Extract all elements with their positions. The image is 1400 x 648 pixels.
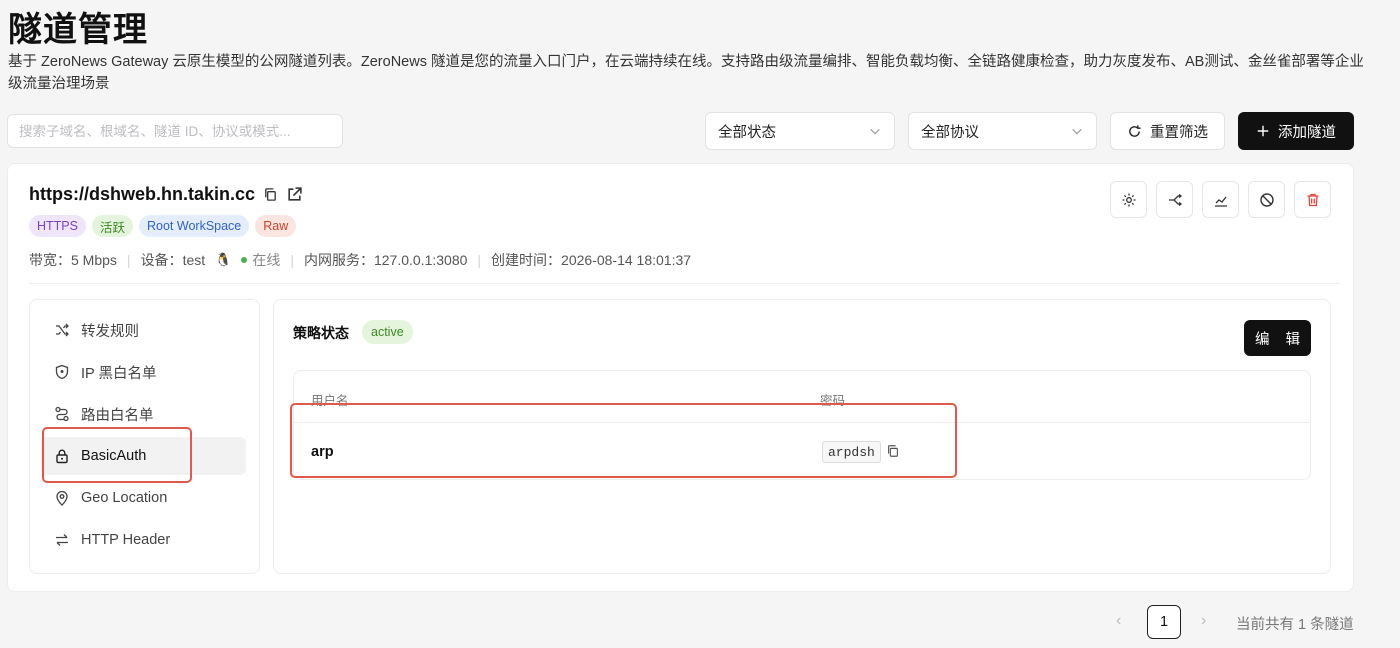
status-select-value: 全部状态 <box>718 124 776 141</box>
disable-icon <box>1259 192 1274 207</box>
sidebar-item-forward-rules[interactable]: 转发规则 <box>41 311 246 349</box>
reset-filter-label: 重置筛选 <box>1150 124 1208 141</box>
bandwidth-value: 5 Mbps <box>71 252 117 268</box>
copy-icon[interactable] <box>263 187 278 202</box>
workspace-tag: Root WorkSpace <box>139 215 250 237</box>
sidebar-item-label: IP 黑白名单 <box>81 365 157 382</box>
mode-tag: Raw <box>255 215 297 237</box>
sidebar-item-label: HTTP Header <box>81 532 171 548</box>
pagination-prev[interactable]: ‹ <box>1116 612 1121 630</box>
lock-icon <box>56 449 68 464</box>
chart-button[interactable] <box>1202 181 1239 218</box>
created-time-label: 创建时间： <box>491 252 562 268</box>
shuffle-icon <box>56 323 69 337</box>
status-select[interactable]: 全部状态 <box>705 112 895 150</box>
protocol-select[interactable]: 全部协议 <box>908 112 1097 150</box>
linux-icon: 🐧 <box>215 252 232 267</box>
chevron-down-icon <box>870 128 880 135</box>
disable-button[interactable] <box>1248 181 1285 218</box>
sidebar-item-geo-location[interactable]: Geo Location <box>41 479 246 517</box>
status-tag: 活跃 <box>91 215 133 237</box>
policy-sidebar: 转发规则 IP 黑白名单 路由白名单 BasicAuth Geo Locatio… <box>29 299 260 574</box>
device-label: 设备： <box>140 252 183 268</box>
add-tunnel-button[interactable]: 添加隧道 <box>1238 112 1354 150</box>
pagination-total: 当前共有 1 条隧道 <box>1236 617 1354 633</box>
tunnel-meta: 带宽：5 Mbps | 设备：test 🐧 在线 | 内网服务：127.0.0.… <box>29 250 691 270</box>
shield-icon <box>55 364 69 380</box>
sidebar-item-label: Geo Location <box>81 490 168 506</box>
sidebar-item-http-header[interactable]: HTTP Header <box>41 521 246 559</box>
reset-filter-button[interactable]: 重置筛选 <box>1110 112 1225 150</box>
sidebar-item-basicauth[interactable]: BasicAuth <box>41 437 246 475</box>
policy-status-badge: active <box>362 320 413 344</box>
separator: | <box>477 252 482 268</box>
password-header: 密码 <box>820 394 846 408</box>
sidebar-item-route-whitelist[interactable]: 路由白名单 <box>41 395 246 433</box>
device-value: test <box>182 252 206 268</box>
copy-icon[interactable] <box>886 444 900 458</box>
settings-button[interactable] <box>1110 181 1147 218</box>
refresh-icon <box>1129 124 1141 137</box>
pagination-next[interactable]: › <box>1201 612 1206 630</box>
policy-status-label: 策略状态 <box>293 325 349 341</box>
chart-icon <box>1214 196 1227 207</box>
sidebar-item-label: BasicAuth <box>81 448 147 464</box>
route-path-icon <box>55 406 69 422</box>
basicauth-table: 用户名 密码 arp arpdsh <box>293 370 1311 480</box>
tunnel-card: https://dshweb.hn.takin.cc HTTPS 活跃 Root… <box>7 163 1354 592</box>
created-time-value: 2026-08-14 18:01:37 <box>561 252 692 268</box>
tunnel-tags: HTTPS 活跃 Root WorkSpace Raw <box>29 215 297 237</box>
username-header: 用户名 <box>311 394 349 408</box>
separator: | <box>290 252 294 268</box>
route-button[interactable] <box>1156 181 1193 218</box>
internal-service-value: 127.0.0.1:3080 <box>373 252 468 268</box>
external-link-icon[interactable] <box>286 186 303 203</box>
trash-icon <box>1307 193 1318 206</box>
separator: | <box>126 252 131 268</box>
table-header-row: 用户名 密码 <box>294 371 1310 423</box>
actions-group <box>1110 181 1331 218</box>
chevron-down-icon <box>1072 128 1082 135</box>
plus-icon <box>1257 125 1269 137</box>
sidebar-item-ip-list[interactable]: IP 黑白名单 <box>41 353 246 391</box>
page-description: 基于 ZeroNews Gateway 云原生模型的公网隧道列表。ZeroNew… <box>8 54 1364 92</box>
password-cell: arpdsh <box>822 441 881 463</box>
internal-service-label: 内网服务： <box>303 252 374 268</box>
protocol-select-value: 全部协议 <box>921 124 979 141</box>
page-title: 隧道管理 <box>8 11 148 49</box>
sidebar-item-label: 路由白名单 <box>81 407 154 424</box>
policy-content: 策略状态 active 编 辑 用户名 密码 arp arpdsh <box>273 299 1331 574</box>
search-input[interactable] <box>7 114 343 148</box>
add-tunnel-label: 添加隧道 <box>1278 124 1336 141</box>
tunnel-url: https://dshweb.hn.takin.cc <box>29 184 256 204</box>
swap-icon <box>56 534 68 546</box>
sidebar-item-label: 转发规则 <box>81 323 139 340</box>
card-divider <box>29 283 1340 284</box>
edit-button[interactable]: 编 辑 <box>1244 320 1311 356</box>
location-icon <box>56 490 68 506</box>
protocol-tag: HTTPS <box>29 215 86 237</box>
bandwidth-label: 带宽： <box>29 252 71 268</box>
delete-button[interactable] <box>1294 181 1331 218</box>
tunnel-header: https://dshweb.hn.takin.cc <box>29 184 303 205</box>
username-cell: arp <box>311 444 334 460</box>
online-dot <box>241 257 248 263</box>
route-icon <box>1168 193 1182 206</box>
pagination-page-1[interactable]: 1 <box>1147 605 1181 639</box>
device-status: 在线 <box>252 252 281 268</box>
settings-icon <box>1122 193 1135 206</box>
